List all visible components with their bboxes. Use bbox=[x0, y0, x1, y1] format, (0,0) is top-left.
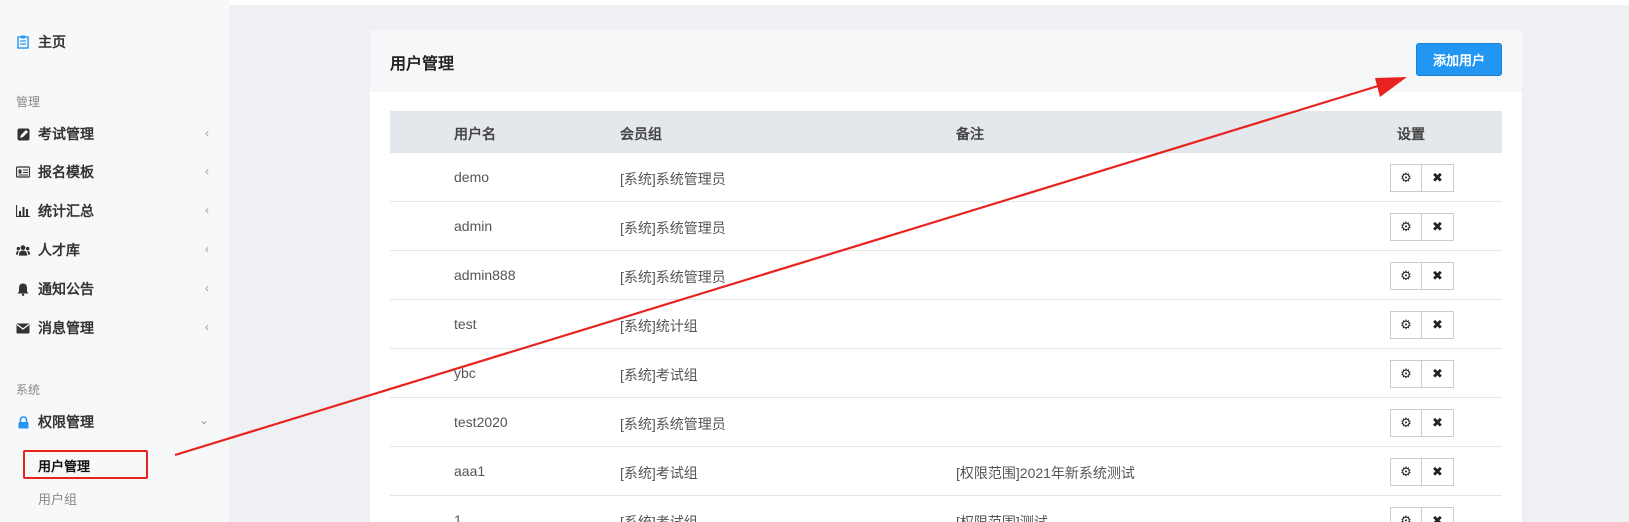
annotation-arrow-head bbox=[1375, 77, 1407, 97]
annotation-arrow bbox=[174, 77, 1407, 457]
annotation-arrow-line bbox=[174, 84, 1379, 457]
